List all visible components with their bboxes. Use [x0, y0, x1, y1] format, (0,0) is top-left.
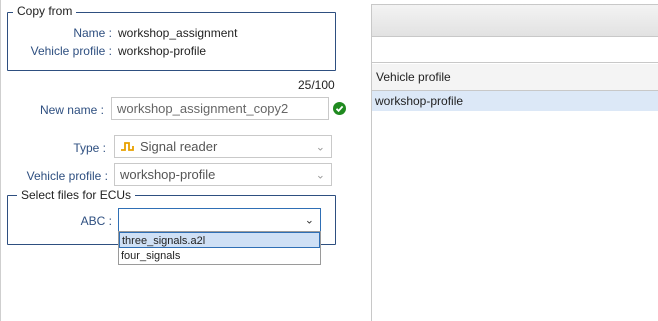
copy-from-profile-value: workshop-profile [118, 44, 207, 58]
ecu-option[interactable]: four_signals [119, 248, 320, 264]
copy-from-profile-label: Vehicle profile : [30, 44, 112, 58]
vehicle-profile-label: Vehicle profile : [26, 169, 108, 183]
vehicle-profile-value: workshop-profile [120, 167, 216, 182]
ecu-abc-label: ABC : [80, 214, 112, 228]
chevron-down-icon: ⌄ [315, 141, 325, 153]
table-row[interactable]: workshop-profile [372, 91, 658, 111]
table-filter-input[interactable] [372, 38, 658, 63]
vehicle-profile-select[interactable]: workshop-profile ⌄ [114, 163, 332, 186]
chevron-down-icon: ⌄ [315, 169, 325, 181]
column-header-label: Vehicle profile [376, 70, 451, 84]
select-files-legend: Select files for ECUs [17, 188, 136, 202]
copy-from-group [7, 12, 336, 71]
type-label: Type : [73, 141, 106, 155]
left-edge [0, 0, 1, 321]
ecu-option[interactable]: three_signals.a2l [119, 232, 320, 248]
name-char-counter: 25/100 [298, 78, 335, 92]
type-select[interactable]: Signal reader ⌄ [114, 135, 332, 158]
new-name-input[interactable] [111, 97, 329, 120]
column-header-vehicle-profile[interactable]: Vehicle profile [372, 64, 658, 91]
copy-from-legend: Copy from [13, 4, 77, 18]
ecu-options-list: three_signals.a2l four_signals [118, 231, 321, 265]
table-toolbar [372, 4, 658, 37]
type-value: Signal reader [140, 139, 218, 154]
table-cell: workshop-profile [375, 94, 464, 108]
copy-from-name-label: Name : [73, 26, 112, 40]
chevron-down-icon: ⌄ [304, 214, 314, 227]
right-panel: Vehicle profile workshop-profile [371, 4, 658, 321]
signal-reader-icon [120, 140, 136, 154]
valid-check-icon [333, 102, 346, 115]
copy-from-name-value: workshop_assignment [118, 26, 238, 40]
ecu-abc-select[interactable]: ⌄ [118, 208, 321, 232]
new-name-label: New name : [39, 103, 104, 117]
